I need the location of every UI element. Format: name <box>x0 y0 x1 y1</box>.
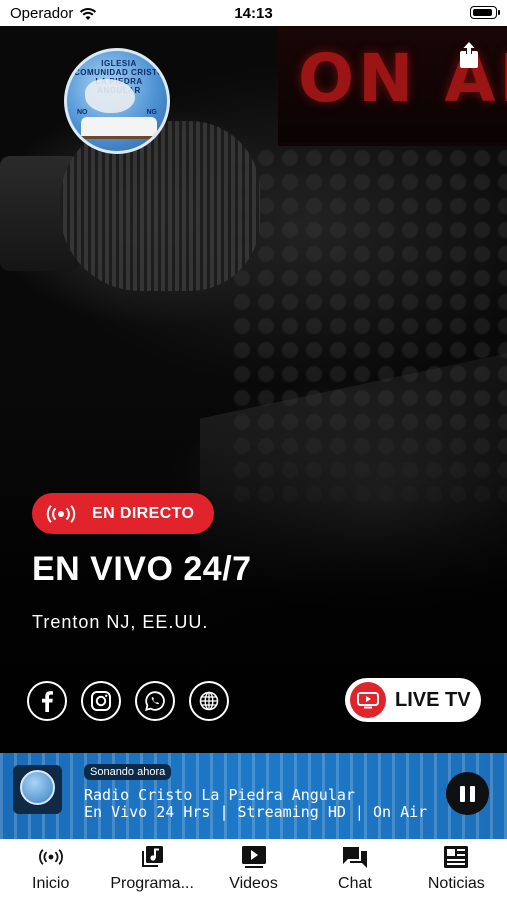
broadcast-icon <box>46 504 76 523</box>
battery-level <box>472 8 492 16</box>
stream-title: EN VIVO 24/7 <box>32 550 252 588</box>
tab-chat[interactable]: Chat <box>304 839 405 900</box>
now-playing-bar[interactable]: Sonando ahora Radio Cristo La Piedra Ang… <box>0 753 507 839</box>
artwork-globe-icon <box>20 770 55 805</box>
broadcast-icon <box>38 849 63 865</box>
clock: 14:13 <box>234 5 273 22</box>
now-playing-description: En Vivo 24 Hrs | Streaming HD | On Air <box>84 803 428 821</box>
stream-location: Trenton NJ, EE.UU. <box>32 612 209 632</box>
tab-label: Noticias <box>427 875 485 892</box>
tab-programas[interactable]: Programa... <box>101 839 202 900</box>
tab-label: Programa... <box>110 875 194 892</box>
battery-icon <box>470 6 500 19</box>
live-badge[interactable]: EN DIRECTO <box>32 493 215 534</box>
whatsapp-button[interactable] <box>135 681 175 721</box>
pause-button[interactable] <box>446 772 489 815</box>
instagram-icon <box>91 691 111 711</box>
logo-initials-left: NO <box>77 109 88 116</box>
tab-label: Videos <box>229 875 278 892</box>
logo-globe-land <box>85 79 135 113</box>
play-icon <box>241 846 266 868</box>
facebook-icon <box>42 691 53 712</box>
logo-initials-right: NG <box>146 109 158 116</box>
church-logo: IGLESIA COMUNIDAD CRISTO LA PIEDRA ANGUL… <box>64 48 170 154</box>
now-playing-badge: Sonando ahora <box>84 764 172 780</box>
music-note-icon <box>142 846 164 867</box>
tab-label: Chat <box>338 875 372 892</box>
tab-videos[interactable]: Videos <box>203 839 304 900</box>
logo-bible <box>81 117 157 139</box>
whatsapp-icon <box>145 691 165 711</box>
hero-section: ON AIR IGLESIA COMUNIDAD CRISTO LA PIEDR… <box>0 26 507 753</box>
now-playing-artwork <box>13 765 62 814</box>
pause-icon-bar <box>460 785 465 802</box>
pause-icon-bar <box>470 785 475 802</box>
newspaper-icon <box>444 846 469 868</box>
now-playing-station: Radio Cristo La Piedra Angular <box>84 786 355 804</box>
tab-inicio[interactable]: Inicio <box>0 839 101 900</box>
status-bar: Operador 14:13 <box>0 0 507 26</box>
globe-icon <box>199 691 219 711</box>
website-button[interactable] <box>189 681 229 721</box>
live-tv-play-icon <box>350 682 386 718</box>
live-tv-button[interactable]: LIVE TV <box>345 678 481 722</box>
live-tv-label: LIVE TV <box>395 688 471 711</box>
share-icon <box>460 42 478 68</box>
facebook-button[interactable] <box>27 681 67 721</box>
tab-bar: Inicio Programa... Videos Chat Noticias <box>0 839 507 900</box>
chat-icon <box>342 847 367 868</box>
social-links <box>27 681 229 721</box>
instagram-button[interactable] <box>81 681 121 721</box>
tab-noticias[interactable]: Noticias <box>406 839 507 900</box>
live-badge-label: EN DIRECTO <box>92 504 195 522</box>
share-button[interactable] <box>456 40 482 70</box>
tab-label: Inicio <box>32 875 70 892</box>
